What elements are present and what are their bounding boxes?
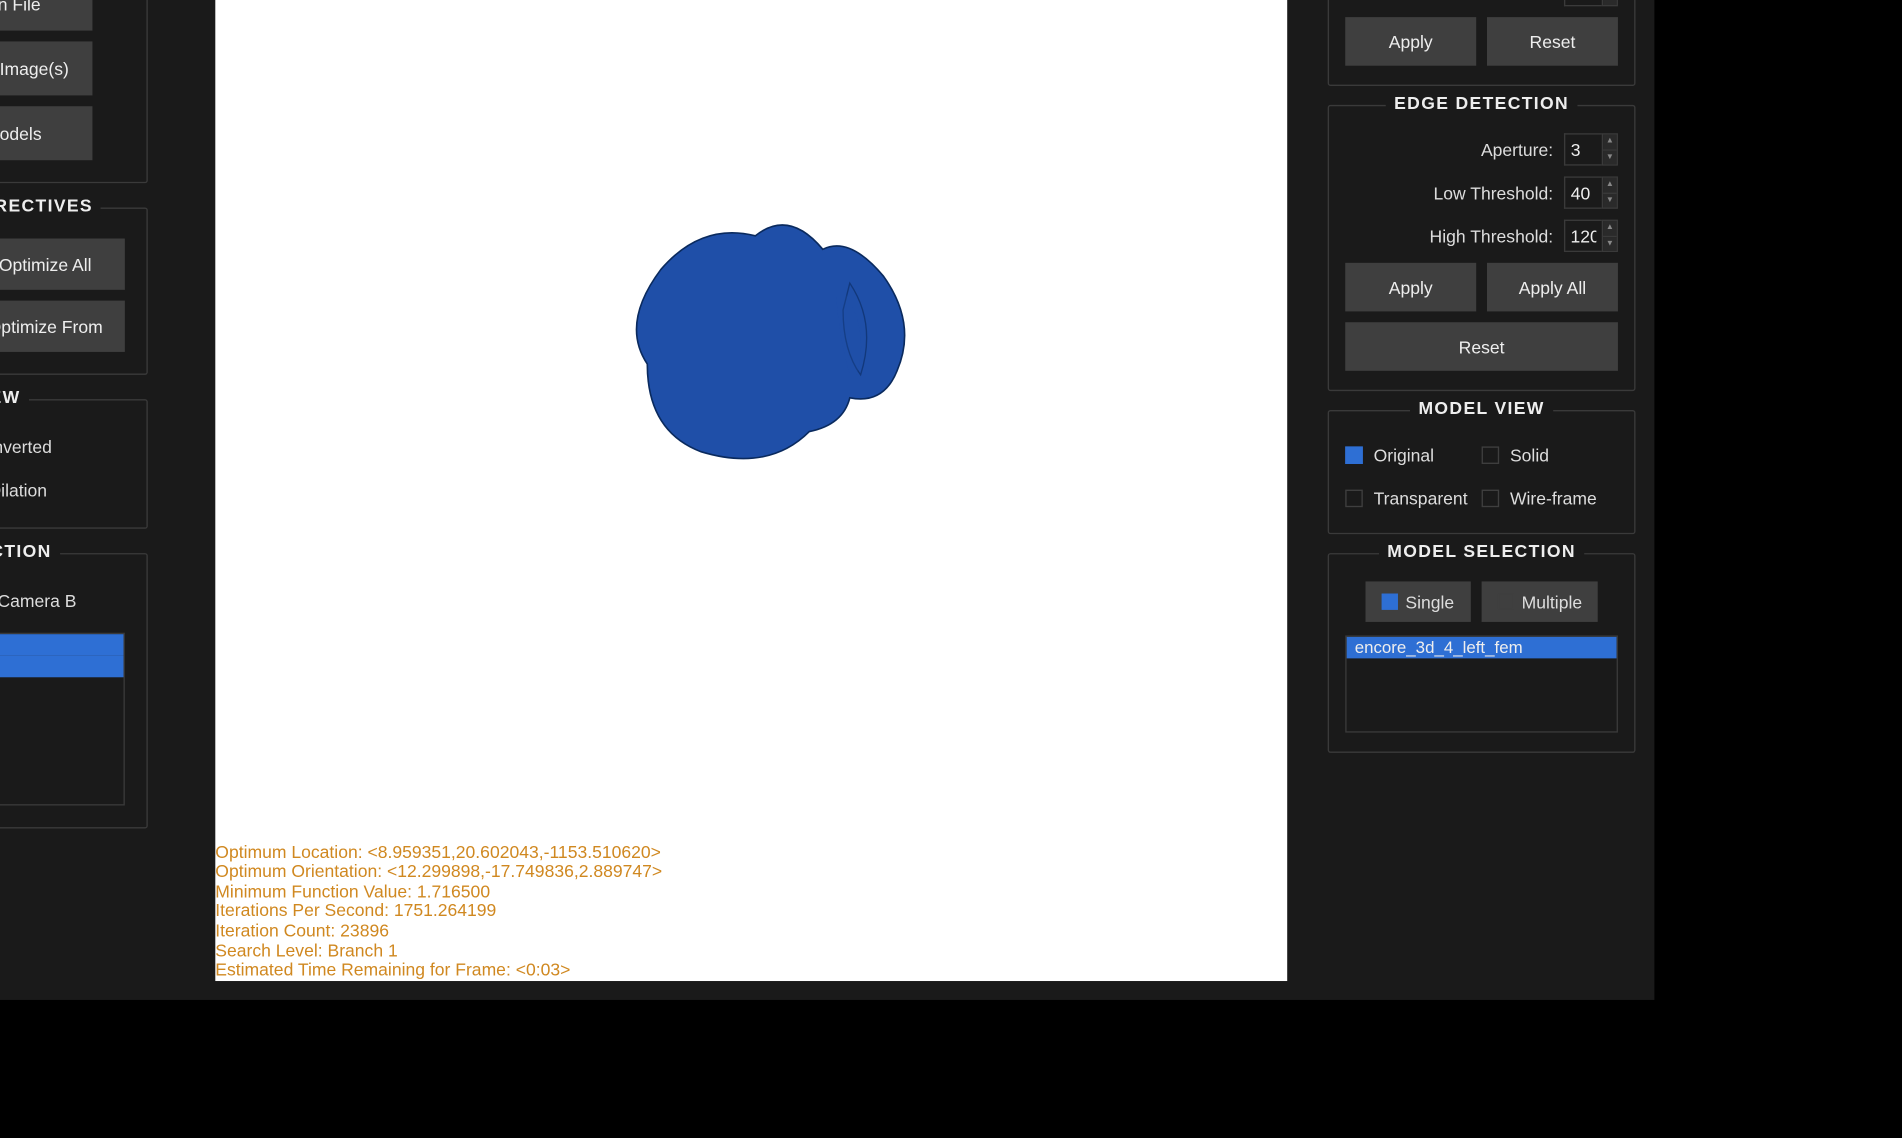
edge-aperture-label: Aperture: bbox=[1481, 139, 1553, 159]
edge-low-label: Low Threshold: bbox=[1433, 183, 1553, 203]
spin-up-icon[interactable]: ▲ bbox=[1603, 135, 1617, 151]
image-selection-panel: IMAGE SELECTION Camera A Camera B A: Cam… bbox=[0, 553, 148, 828]
model-view-transparent-check[interactable]: Transparent bbox=[1345, 482, 1481, 514]
checkbox-icon bbox=[1345, 489, 1363, 507]
checkbox-icon bbox=[1381, 594, 1397, 610]
list-item[interactable]: A: Camera A Frame 1 bbox=[0, 634, 123, 656]
label: Camera B bbox=[0, 590, 76, 610]
label: Inverted bbox=[0, 436, 52, 456]
optimization-panel: OPTIMIZATION DIRECTIVES Optimize Optimiz… bbox=[0, 207, 148, 374]
load-calibration-button[interactable]: Load Calibration File bbox=[0, 0, 92, 31]
list-item[interactable]: B: Camera B Frame 1 bbox=[0, 656, 123, 678]
checkbox-icon bbox=[1497, 594, 1513, 610]
optimization-title: OPTIMIZATION DIRECTIVES bbox=[0, 195, 101, 215]
edge-high-spinbox[interactable]: ▲▼ bbox=[1564, 220, 1618, 252]
camera-b-check[interactable]: Camera B bbox=[0, 584, 76, 616]
dilation-maximum-input[interactable] bbox=[1564, 0, 1602, 6]
dilation-apply-button[interactable]: Apply bbox=[1345, 17, 1476, 66]
edge-high-label: High Threshold: bbox=[1430, 226, 1554, 246]
preprocessor-panel: PREPROCESSOR Load Calibration File Load … bbox=[0, 0, 148, 183]
load-implant-button[interactable]: Load Implant Models bbox=[0, 106, 92, 160]
image-selection-title: IMAGE SELECTION bbox=[0, 541, 60, 561]
image-view-inverted-check[interactable]: Inverted bbox=[0, 430, 106, 462]
model-selection-title: MODEL SELECTION bbox=[1379, 541, 1584, 561]
dilation-maximum-spinbox[interactable]: ▲▼ bbox=[1564, 0, 1618, 6]
image-selection-list[interactable]: A: Camera A Frame 1 B: Camera B Frame 1 bbox=[0, 633, 125, 806]
spin-down-icon[interactable]: ▼ bbox=[1603, 193, 1617, 207]
edge-aperture-spinbox[interactable]: ▲▼ bbox=[1564, 133, 1618, 165]
label: Wire-frame bbox=[1510, 488, 1597, 508]
model-view-panel: MODEL VIEW Original Solid Transparent bbox=[1328, 410, 1636, 534]
image-view-dilation-check[interactable]: Dilation bbox=[0, 473, 106, 505]
edge-low-spinbox[interactable]: ▲▼ bbox=[1564, 176, 1618, 208]
optimize-from-button[interactable]: Optimize From bbox=[0, 301, 125, 352]
checkbox-icon bbox=[1345, 446, 1363, 464]
edge-high-input[interactable] bbox=[1564, 220, 1602, 252]
edge-reset-button[interactable]: Reset bbox=[1345, 322, 1618, 371]
edge-title: EDGE DETECTION bbox=[1386, 93, 1577, 113]
edge-detection-panel: EDGE DETECTION Aperture: ▲▼ Low Threshol… bbox=[1328, 105, 1636, 391]
label: Transparent bbox=[1374, 488, 1468, 508]
label: Dilation bbox=[0, 480, 47, 500]
edge-aperture-input[interactable] bbox=[1564, 133, 1602, 165]
model-view-title: MODEL VIEW bbox=[1410, 398, 1552, 418]
checkbox-icon bbox=[1482, 489, 1500, 507]
label: Multiple bbox=[1522, 592, 1582, 612]
label: Solid bbox=[1510, 444, 1549, 464]
image-view-panel: IMAGE VIEW Original Inverted Edges bbox=[0, 399, 148, 529]
spin-down-icon[interactable]: ▼ bbox=[1603, 237, 1617, 251]
spin-up-icon[interactable]: ▲ bbox=[1603, 221, 1617, 237]
label: Single bbox=[1405, 592, 1454, 612]
viewport-3d[interactable]: Optimum Location: <8.959351,20.602043,-1… bbox=[215, 0, 1287, 981]
label: Original bbox=[1374, 444, 1434, 464]
edge-apply-button[interactable]: Apply bbox=[1345, 263, 1476, 312]
edge-low-input[interactable] bbox=[1564, 176, 1602, 208]
spin-down-icon[interactable]: ▼ bbox=[1603, 150, 1617, 164]
viewport-stats-overlay: Optimum Location: <8.959351,20.602043,-1… bbox=[215, 843, 662, 981]
model-selection-list[interactable]: encore_3d_4_left_fem bbox=[1345, 635, 1618, 732]
model-sel-multiple-button[interactable]: Multiple bbox=[1481, 581, 1598, 622]
checkbox-icon bbox=[1482, 446, 1500, 464]
spin-up-icon[interactable]: ▲ bbox=[1603, 178, 1617, 194]
model-selection-panel: MODEL SELECTION Single Multiple encore_3… bbox=[1328, 553, 1636, 753]
model-view-wireframe-check[interactable]: Wire-frame bbox=[1482, 482, 1618, 514]
optimize-all-button[interactable]: Optimize All bbox=[0, 239, 125, 290]
model-view-solid-check[interactable]: Solid bbox=[1482, 438, 1618, 470]
implant-model bbox=[607, 216, 918, 486]
dilation-panel: DILATION Maximum: ▲▼ Apply Reset bbox=[1328, 0, 1636, 86]
model-sel-single-button[interactable]: Single bbox=[1365, 581, 1470, 622]
load-fluoroscopic-button[interactable]: Load Fluoroscopic Image(s) bbox=[0, 41, 92, 95]
edge-apply-all-button[interactable]: Apply All bbox=[1487, 263, 1618, 312]
model-view-original-check[interactable]: Original bbox=[1345, 438, 1481, 470]
spin-down-icon[interactable]: ▼ bbox=[1603, 0, 1617, 5]
dilation-reset-button[interactable]: Reset bbox=[1487, 17, 1618, 66]
list-item[interactable]: encore_3d_4_left_fem bbox=[1347, 637, 1617, 659]
image-view-title: IMAGE VIEW bbox=[0, 387, 29, 407]
